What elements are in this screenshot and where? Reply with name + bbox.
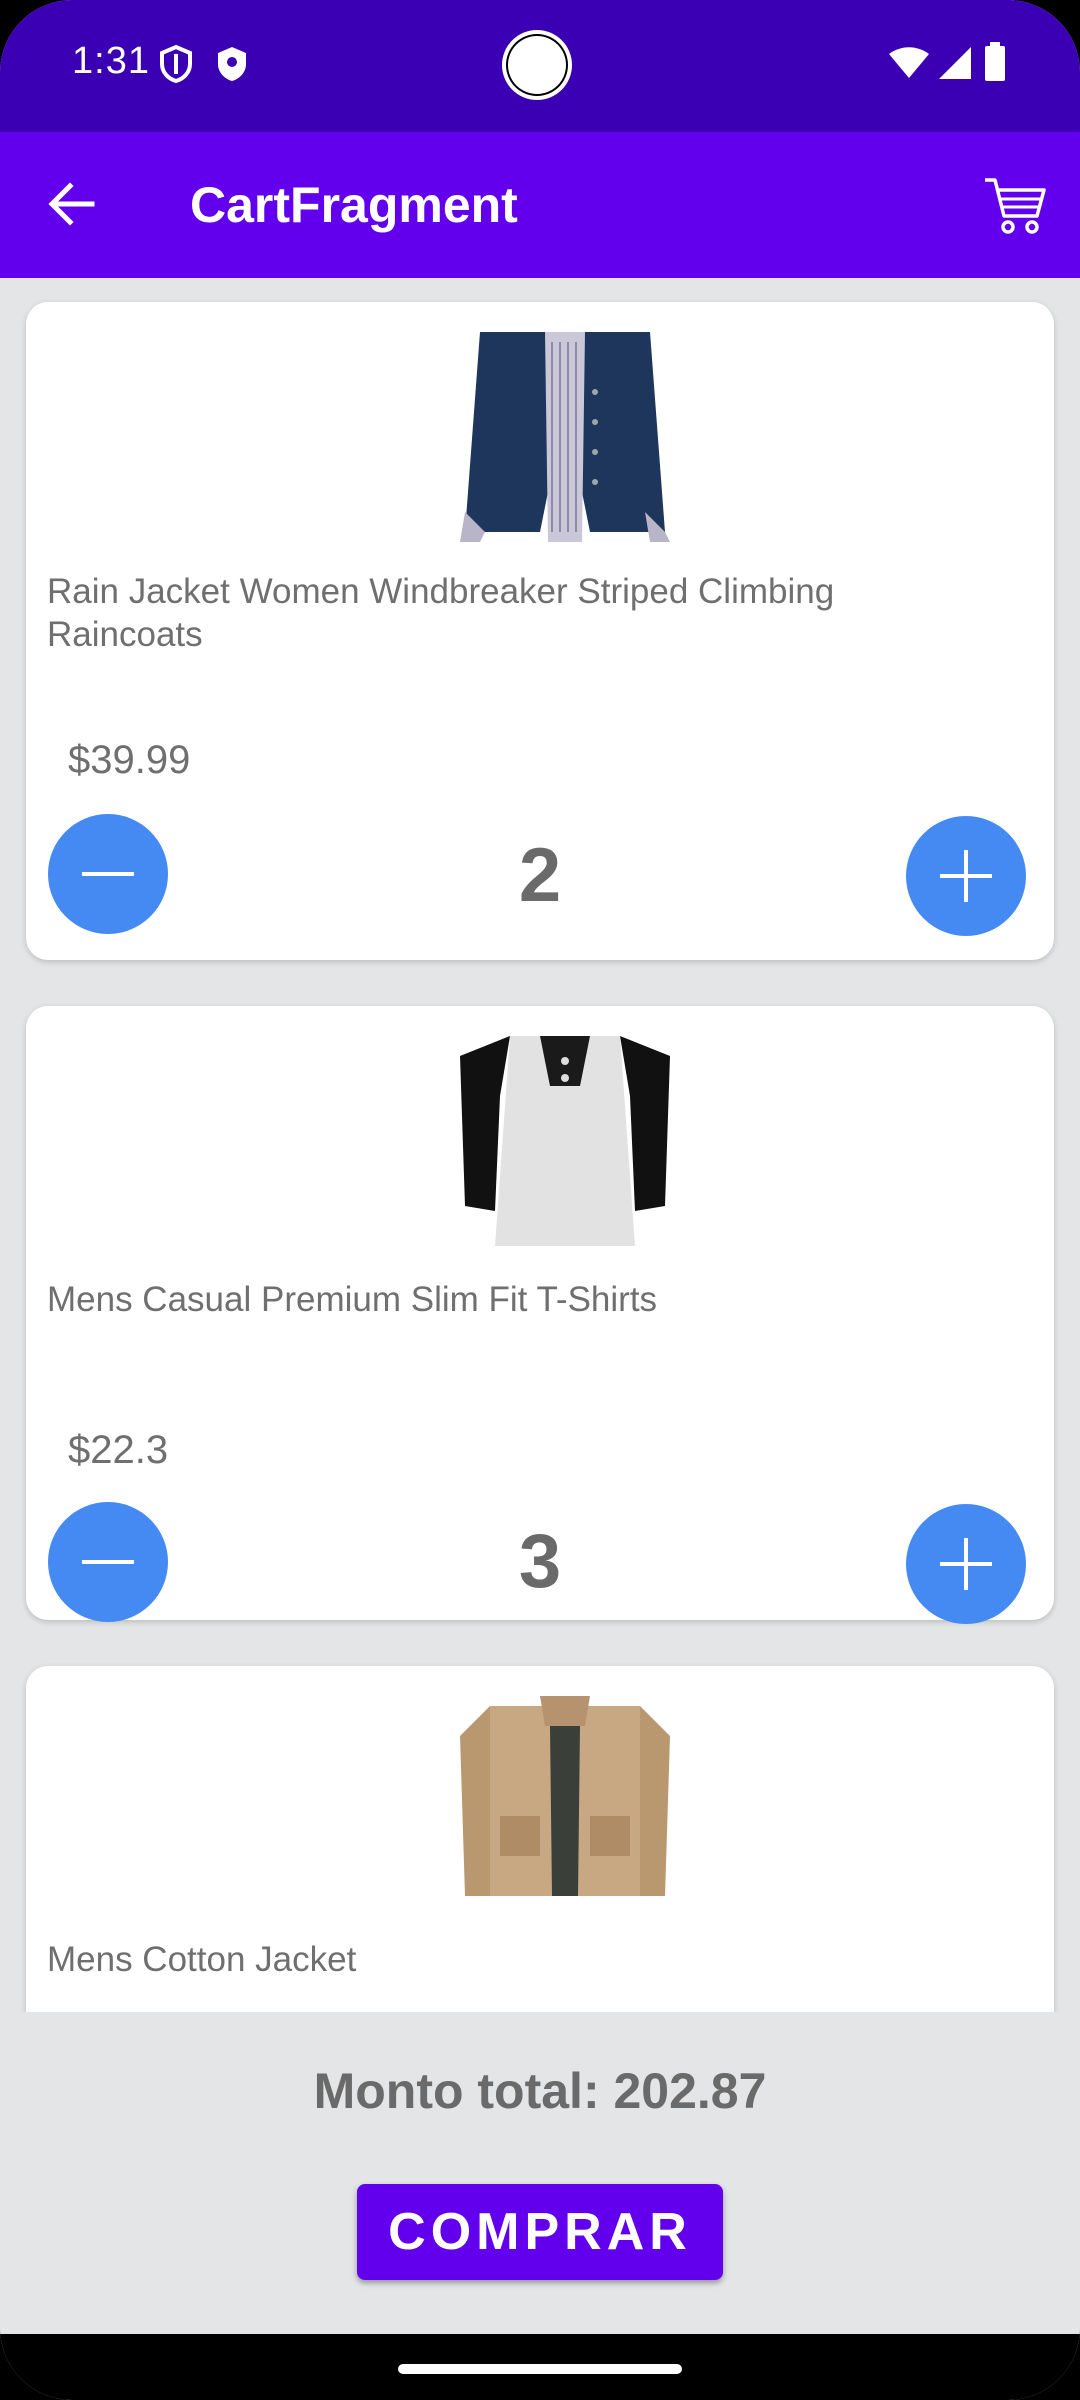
status-time: 1:31 [72,40,150,82]
quantity-value: 3 [518,1519,562,1604]
cart-item-card: Mens Cotton Jacket [26,1666,1054,2012]
product-image-rain-jacket [460,332,670,542]
status-bar: 1:31 [0,0,1080,132]
camera-cutout [502,30,572,100]
home-gesture-handle[interactable] [398,2364,682,2374]
security-shield-icon [214,44,250,89]
cellular-signal-icon [938,46,972,85]
arrow-back-icon [48,182,95,226]
cart-item-card: Rain Jacket Women Windbreaker Striped Cl… [26,302,1054,960]
plus-icon [940,850,992,902]
checkout-panel: Monto total: 202.87 COMPRAR [0,2012,1080,2334]
vpn-shield-icon [158,44,194,89]
back-button[interactable] [40,172,104,236]
total-amount: Monto total: 202.87 [313,2063,767,2119]
page-title: CartFragment [190,177,518,233]
cart-item-card: Mens Casual Premium Slim Fit T-Shirts $2… [26,1006,1054,1624]
wifi-icon [888,46,930,85]
product-image-tshirt [460,1036,670,1246]
product-price: $39.99 [68,738,191,782]
shopping-cart-icon [985,178,1046,234]
increase-quantity-button[interactable] [906,816,1026,936]
quantity-value: 2 [518,833,562,918]
product-title: Rain Jacket Women Windbreaker Striped Cl… [47,572,835,654]
plus-icon [940,1538,992,1590]
increase-quantity-button[interactable] [906,1504,1026,1624]
product-title: Mens Casual Premium Slim Fit T-Shirts [47,1280,658,1319]
product-price: $22.3 [68,1428,169,1472]
battery-icon [984,42,1006,87]
navigation-bar [0,2334,1080,2400]
product-image-cotton-jacket [460,1696,670,1896]
screen: 1:31 CartFragment Rain Jacket Women Wind… [0,0,1080,2400]
cart-button[interactable] [982,172,1048,238]
app-bar: CartFragment [0,132,1080,278]
buy-button[interactable]: COMPRAR [357,2184,723,2280]
cart-list[interactable]: Rain Jacket Women Windbreaker Striped Cl… [0,278,1080,2012]
product-title: Mens Cotton Jacket [47,1940,357,1979]
